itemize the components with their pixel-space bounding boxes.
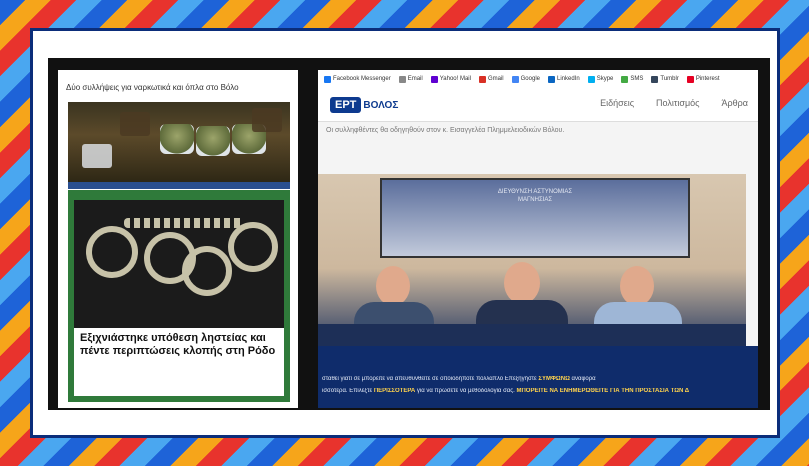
share-item[interactable]: LinkedIn (548, 75, 580, 83)
logo-box: ΕΡΤ (330, 97, 362, 113)
large-headline[interactable]: Εξιχνιάστηκε υπόθεση ληστείας και πέντε … (74, 328, 284, 396)
screen-line-2: ΜΑΓΝΗΣΙΑΣ (517, 197, 553, 203)
drugs-photo[interactable] (68, 102, 290, 184)
share-label: SMS (630, 76, 644, 82)
share-label: Tumblr (660, 76, 679, 82)
share-icon (587, 75, 595, 83)
share-label: LinkedIn (557, 76, 580, 82)
nav-link[interactable]: Ειδήσεις (600, 98, 634, 108)
handcuffs-photo[interactable]: Εξιχνιάστηκε υπόθεση ληστείας και πέντε … (68, 190, 290, 402)
share-icon (651, 75, 659, 83)
press-conference-photo: ΔΙΕΥΘΥΝΣΗ ΑΣΤΥΝΟΜΙΑΣ ΜΑΓΝΗΣΙΑΣ (318, 174, 746, 346)
news-website: Facebook Messenger Email Yahoo! Mail Gmail G… (318, 70, 758, 408)
share-item[interactable]: Facebook Messenger (324, 75, 391, 83)
share-item[interactable]: Gmail (478, 75, 504, 83)
site-logo[interactable]: ΕΡΤ ΒΟΛΟΣ (330, 95, 398, 115)
share-label: Yahoo! Mail (439, 76, 471, 82)
share-icon (478, 75, 486, 83)
share-icon (324, 75, 331, 83)
small-headline[interactable]: Δύο συλλήψεις για ναρκωτικά και όπλα στο… (66, 78, 291, 98)
ticker-line-2: ισσότερα. Επιλέξτε ΠΕΡΙΣΣΟΤΕΡΑ για να πρ… (322, 388, 690, 394)
site-nav: ΕΡΤ ΒΟΛΟΣ Ειδήσεις Πολιτισμός Άρθρα (318, 88, 758, 122)
share-icon (430, 75, 438, 83)
conference-table (318, 324, 746, 346)
share-label: Pinterest (695, 76, 720, 82)
nav-link[interactable]: Άρθρα (722, 98, 748, 108)
projection-screen: ΔΙΕΥΘΥΝΣΗ ΑΣΤΥΝΟΜΙΑΣ ΜΑΓΝΗΣΙΑΣ (380, 178, 690, 258)
share-icon (621, 75, 629, 83)
share-item[interactable]: Pinterest (686, 75, 720, 83)
share-item[interactable]: Skype (587, 75, 614, 83)
share-item[interactable]: Tumblr (651, 75, 679, 83)
share-bar: Facebook Messenger Email Yahoo! Mail Gmail G… (318, 70, 758, 88)
cookie-banner: σταθεί γιατί σε μπορείτε να απευθυνθείτε… (318, 346, 758, 408)
nav-links: Ειδήσεις Πολιτισμός Άρθρα (600, 98, 748, 108)
share-icon (511, 75, 519, 83)
share-item[interactable]: Email (398, 75, 423, 83)
share-label: Gmail (487, 76, 504, 82)
handcuffs-icon (74, 200, 284, 328)
share-label: Email (407, 76, 423, 82)
left-news-panel: Δύο συλλήψεις για ναρκωτικά και όπλα στο… (58, 70, 298, 408)
share-icon (398, 75, 406, 83)
share-item[interactable]: Yahoo! Mail (430, 75, 471, 83)
logo-text: ΒΟΛΟΣ (363, 99, 399, 111)
share-item[interactable]: SMS (621, 75, 644, 83)
share-item[interactable]: Google (511, 75, 540, 83)
screen-line-1: ΔΙΕΥΘΥΝΣΗ ΑΣΤΥΝΟΜΙΑΣ (497, 189, 573, 195)
divider (68, 182, 290, 189)
share-label: Google (520, 76, 540, 82)
share-icon (686, 75, 694, 83)
share-label: Skype (596, 76, 614, 82)
nav-link[interactable]: Πολιτισμός (656, 98, 699, 108)
share-icon (548, 75, 555, 83)
share-label: Facebook Messenger (333, 76, 391, 82)
article-text: Οι συλληφθέντες θα οδηγηθούν στον κ. Εισ… (326, 126, 746, 142)
ticker-line-1: σταθεί γιατί σε μπορείτε να απευθυνθείτε… (322, 376, 596, 382)
article-paragraph: Οι συλληφθέντες θα οδηγηθούν στον κ. Εισ… (326, 127, 565, 134)
